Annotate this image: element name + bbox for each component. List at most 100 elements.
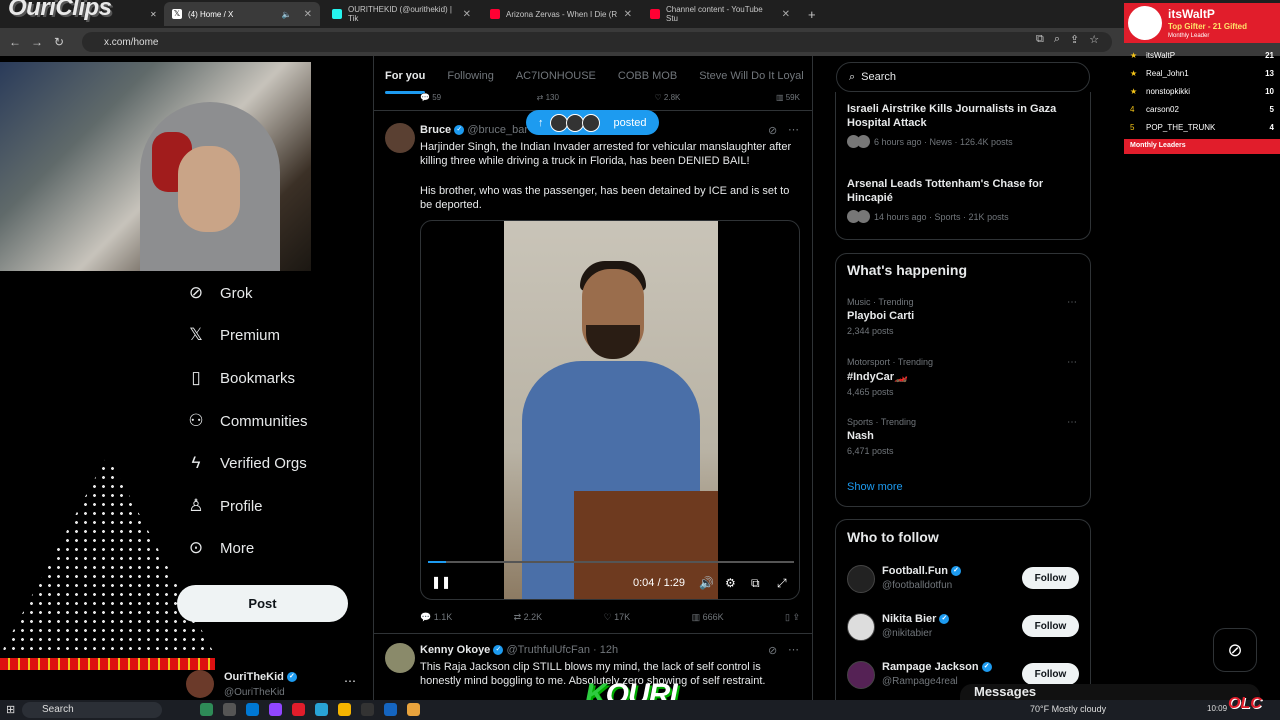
tab-close-icon[interactable]: ✕ bbox=[304, 9, 312, 20]
tab-x-home[interactable]: 𝕏 (4) Home / X 🔈 ✕ bbox=[164, 2, 320, 26]
author-name[interactable]: Kenny Okoye bbox=[420, 644, 490, 656]
leaderboard-list: ★ itsWaltP 21 ★ Real_John1 13 ★ nonstopkikki 1… bbox=[1124, 46, 1280, 136]
reload-icon[interactable]: ↻ bbox=[48, 35, 70, 49]
search-input[interactable]: ⌕ Search bbox=[836, 62, 1090, 92]
tab-close-icon[interactable]: ✕ bbox=[624, 9, 632, 20]
more-icon[interactable]: ⋯ bbox=[1067, 417, 1077, 428]
more-icon[interactable]: ⋯ bbox=[788, 643, 799, 656]
verified-badge-icon: ✓ bbox=[951, 566, 962, 577]
tab-close-icon[interactable]: ✕ bbox=[463, 9, 471, 20]
more-icon[interactable]: ⋯ bbox=[788, 123, 799, 136]
tab-youtube-studio[interactable]: Channel content - YouTube Stu ✕ bbox=[642, 2, 798, 26]
view-count[interactable]: ▥ 59K bbox=[776, 93, 800, 102]
author-handle[interactable]: @TruthfulUfcFan bbox=[506, 644, 590, 656]
tab-close-icon[interactable]: ✕ bbox=[782, 9, 790, 20]
account-name: OuriTheKid bbox=[224, 671, 284, 683]
fullscreen-icon[interactable]: ⤢ bbox=[777, 576, 787, 591]
forward-icon[interactable]: → bbox=[26, 35, 48, 49]
account-switcher[interactable]: OuriTheKid ✓ @OuriTheKid ⋯ bbox=[186, 668, 366, 700]
repost-button[interactable]: ⇄ 2.2K bbox=[514, 612, 543, 623]
volume-icon[interactable]: 🔊 bbox=[699, 576, 714, 590]
tab-youtube-song[interactable]: Arizona Zervas - When I Die (R ✕ bbox=[482, 2, 640, 26]
video-player[interactable]: ❚❚ 0:04 / 1:29 🔊 ⚙ ⧉ ⤢ bbox=[420, 220, 800, 600]
tweet-age[interactable]: 12h bbox=[600, 644, 618, 656]
tab-ac7ionhouse[interactable]: AC7IONHOUSE bbox=[505, 62, 607, 94]
views-button[interactable]: ▥ 666K bbox=[692, 612, 724, 623]
folder-icon[interactable] bbox=[407, 703, 420, 716]
like-button[interactable]: ♡ 17K bbox=[604, 612, 631, 623]
app-icon[interactable] bbox=[246, 703, 259, 716]
grok-fab-icon[interactable]: ⊘ bbox=[1213, 628, 1257, 672]
repost-count[interactable]: ⇄ 130 bbox=[537, 93, 559, 102]
bookmark-icon[interactable]: ▯ ⇪ bbox=[785, 612, 800, 623]
video-progress-bar[interactable] bbox=[428, 561, 794, 563]
lightning-icon: ϟ bbox=[191, 453, 201, 472]
follow-button[interactable]: Follow bbox=[1022, 663, 1079, 685]
avatar[interactable] bbox=[847, 613, 875, 641]
avatar[interactable] bbox=[847, 661, 875, 689]
weather-widget[interactable]: 70°F Mostly cloudy bbox=[1030, 704, 1106, 714]
reply-count[interactable]: 💬 59 bbox=[420, 93, 441, 102]
more-icon[interactable]: ⋯ bbox=[344, 674, 356, 688]
address-bar[interactable]: x.com/home bbox=[82, 32, 1112, 52]
follow-button[interactable]: Follow bbox=[1022, 615, 1079, 637]
picture-in-picture-icon[interactable]: ⧉ bbox=[751, 576, 760, 591]
avatar[interactable] bbox=[847, 565, 875, 593]
show-more-link[interactable]: Show more bbox=[847, 481, 903, 493]
new-tab-icon[interactable]: + bbox=[800, 2, 824, 26]
new-posts-pill[interactable]: ↑ posted bbox=[526, 110, 659, 135]
taskbar-search[interactable]: Search bbox=[22, 702, 162, 718]
chrome-icon[interactable] bbox=[338, 703, 351, 716]
grok-icon[interactable]: ⊘ bbox=[768, 644, 777, 657]
nav-item-verified-orgs[interactable]: ϟ Verified Orgs bbox=[186, 448, 366, 478]
nav-item-communities[interactable]: ⚇ Communities bbox=[186, 406, 366, 436]
app-icon[interactable] bbox=[315, 703, 328, 716]
pause-icon[interactable]: ❚❚ bbox=[431, 575, 451, 589]
post-button[interactable]: Post bbox=[177, 585, 348, 622]
back-icon[interactable]: ← bbox=[4, 35, 26, 49]
tab-for-you[interactable]: For you bbox=[374, 62, 436, 94]
tab-steve-will-do-it[interactable]: Steve Will Do It Loyal bbox=[688, 62, 815, 94]
share-icon[interactable]: ⇪ bbox=[1070, 33, 1079, 46]
author-name[interactable]: Bruce bbox=[420, 124, 451, 136]
zoom-icon[interactable]: ⌕ bbox=[1054, 33, 1060, 46]
trend-item[interactable]: Music · Trending Playboi Carti 2,344 pos… bbox=[847, 297, 1077, 345]
nav-item-premium[interactable]: 𝕏 Premium bbox=[186, 320, 366, 350]
nav-item-bookmarks[interactable]: ▯ Bookmarks bbox=[186, 363, 366, 393]
app-icon[interactable] bbox=[384, 703, 397, 716]
windows-start-icon[interactable]: ⊞ bbox=[6, 703, 15, 716]
tab-following[interactable]: Following bbox=[436, 62, 504, 94]
app-icon[interactable] bbox=[361, 703, 374, 716]
more-icon[interactable]: ⋯ bbox=[1067, 357, 1077, 368]
trend-item[interactable]: Motorsport · Trending #IndyCar🏎️ 4,465 p… bbox=[847, 357, 1077, 405]
messages-drawer[interactable]: Messages bbox=[960, 684, 1260, 700]
tab-label: OURITHEKID (@ourithekid) | Tik bbox=[348, 5, 452, 23]
avatar[interactable] bbox=[385, 123, 415, 153]
nav-item-grok[interactable]: ⊘ Grok bbox=[186, 278, 366, 308]
trend-item[interactable]: Sports · Trending Nash 6,471 posts ⋯ bbox=[847, 417, 1077, 465]
news-item[interactable]: Israeli Airstrike Kills Journalists in G… bbox=[847, 102, 1077, 148]
nav-item-profile[interactable]: ♙ Profile bbox=[186, 491, 366, 521]
app-icon[interactable] bbox=[223, 703, 236, 716]
speaker-icon[interactable]: 🔈 bbox=[282, 10, 292, 19]
clock[interactable]: 10:09 bbox=[1207, 704, 1227, 713]
app-icon[interactable] bbox=[269, 703, 282, 716]
tab-tiktok[interactable]: OURITHEKID (@ourithekid) | Tik ✕ bbox=[324, 2, 479, 26]
author-handle[interactable]: @bruce_bar bbox=[467, 124, 528, 136]
more-icon[interactable]: ⋯ bbox=[1067, 297, 1077, 308]
avatar[interactable] bbox=[385, 643, 415, 673]
grok-icon[interactable]: ⊘ bbox=[768, 124, 777, 137]
tab-cobb-mob[interactable]: COBB MOB bbox=[607, 62, 688, 94]
tab-close-icon[interactable]: ✕ bbox=[150, 2, 164, 26]
avatar bbox=[549, 113, 568, 132]
settings-gear-icon[interactable]: ⚙ bbox=[725, 576, 736, 590]
app-icon[interactable] bbox=[200, 703, 213, 716]
reply-button[interactable]: 💬 1.1K bbox=[420, 612, 452, 623]
cast-icon[interactable]: ⧉ bbox=[1036, 33, 1044, 46]
nav-item-more[interactable]: ⊙ More bbox=[186, 533, 366, 563]
news-item[interactable]: Arsenal Leads Tottenham's Chase for Hinc… bbox=[847, 177, 1077, 223]
follow-button[interactable]: Follow bbox=[1022, 567, 1079, 589]
bookmark-star-icon[interactable]: ☆ bbox=[1089, 33, 1099, 46]
app-icon[interactable] bbox=[292, 703, 305, 716]
like-count[interactable]: ♡ 2.8K bbox=[655, 93, 681, 102]
